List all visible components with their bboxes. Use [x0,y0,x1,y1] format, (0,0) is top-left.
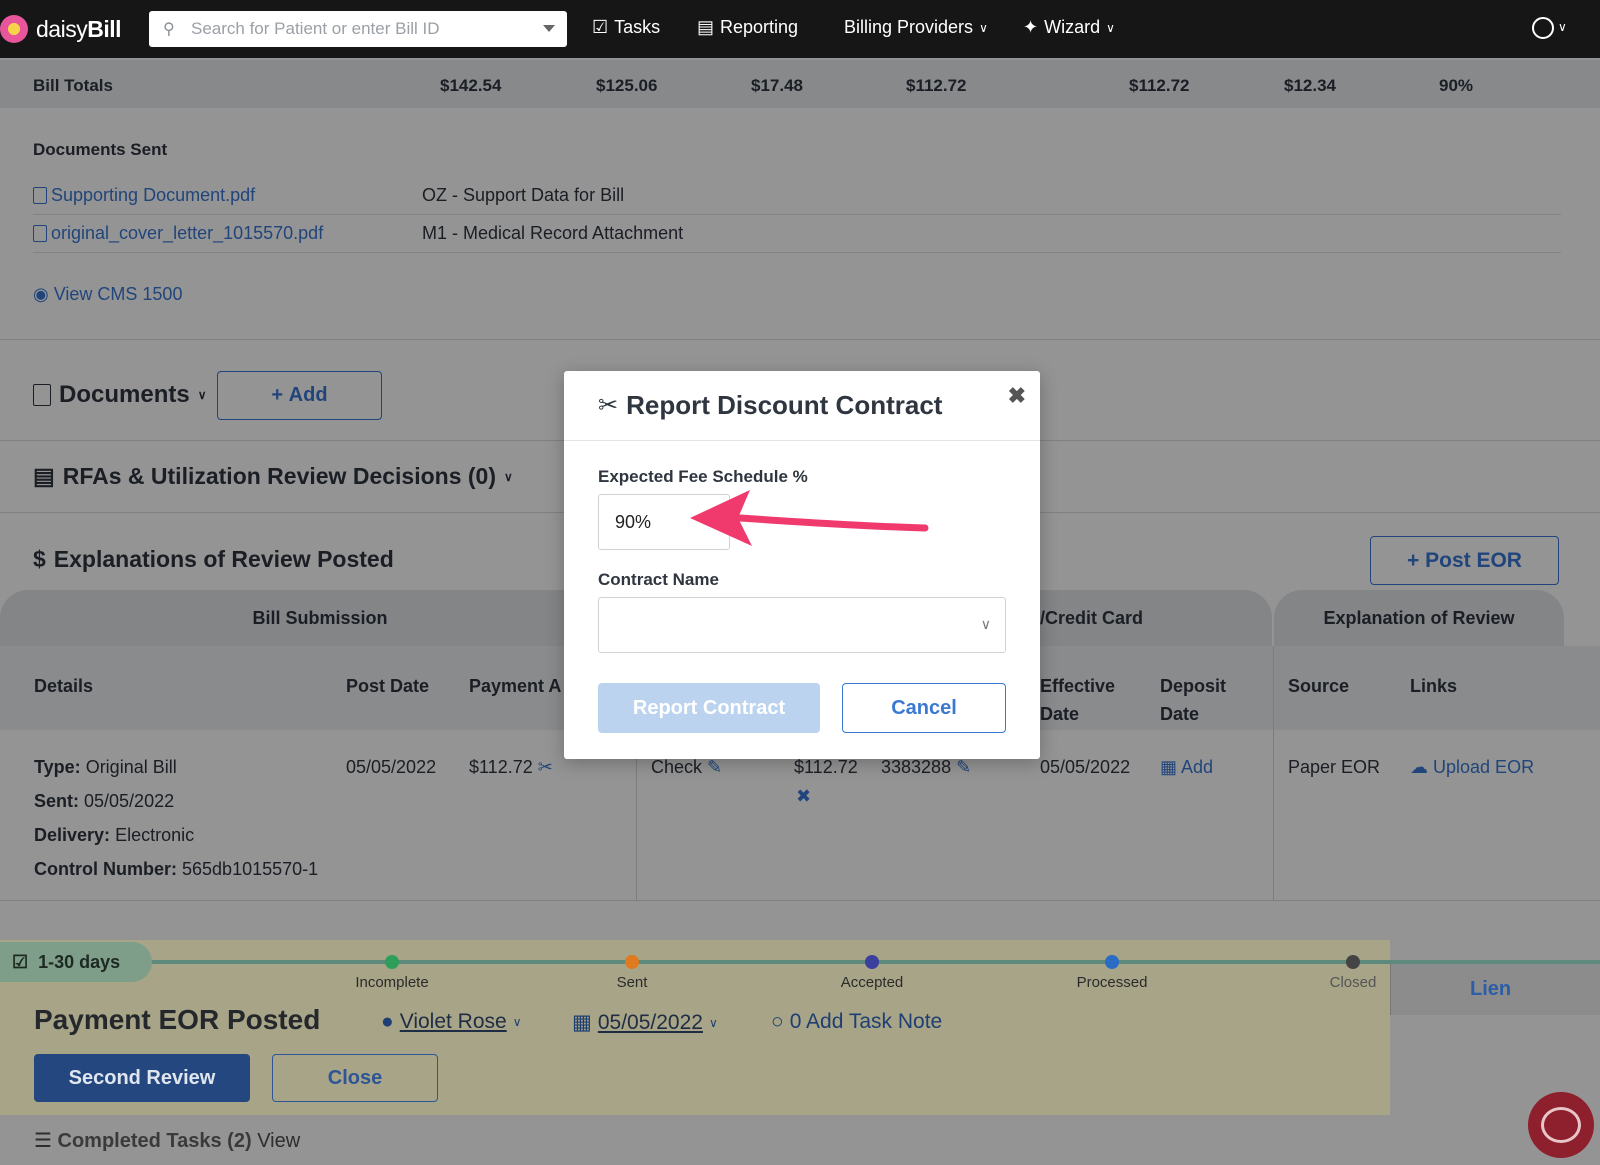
completed-tasks-toggle[interactable]: ☰ Completed Tasks (2) View [34,1128,300,1153]
due-date-dropdown[interactable]: ▦ 05/05/2022 ∨ [572,1010,718,1035]
clipboard-icon: ☑ [592,17,609,37]
search-input[interactable] [191,19,531,39]
chevron-down-icon: ∨ [1106,20,1115,35]
workflow-title: Payment EOR Posted [34,1004,321,1035]
search-icon: ⚲ [163,21,175,38]
nav-reporting[interactable]: ▤ Reporting [697,17,798,38]
nav-tasks-label: Tasks [614,17,661,37]
nav-billing-providers[interactable]: Billing Providers ∨ [844,17,988,38]
second-review-button[interactable]: Second Review [34,1054,250,1102]
days-badge: ☑ 1-30 days [0,942,152,982]
close-task-button[interactable]: Close [272,1054,438,1102]
report-discount-contract-modal: ✂ Report Discount Contract ✖ Expected Fe… [564,371,1040,759]
search-box[interactable]: ⚲ [149,11,567,47]
clipboard-check-icon: ☑ [12,951,29,972]
modal-header: ✂ Report Discount Contract [564,371,1040,441]
search-dropdown-caret-icon[interactable] [543,25,555,32]
stage-incomplete-icon [385,955,399,969]
completed-tasks-view[interactable]: View [257,1130,300,1152]
chevron-down-icon: ∨ [979,20,988,35]
chevron-down-icon: ∨ [980,616,991,632]
days-badge-label: 1-30 days [38,951,121,972]
user-icon: ● [381,1010,394,1033]
chat-bubble-icon [1541,1107,1581,1143]
lien-tab-label[interactable]: Lien [1470,978,1511,1001]
chevron-down-icon[interactable]: ∨ [1558,20,1567,34]
nav-wizard-label: Wizard [1044,17,1101,37]
stage-processed-icon [1105,955,1119,969]
stage-label: Closed [1329,974,1377,991]
stage-label: Processed [1076,974,1148,991]
modal-title: Report Discount Contract [626,390,943,420]
nav-tasks[interactable]: ☑ Tasks [592,17,660,38]
nav-wizard[interactable]: ✦ Wizard ∨ [1023,17,1115,38]
contract-name-select[interactable]: ∨ [598,597,1006,653]
chat-support-button[interactable] [1528,1092,1594,1158]
stage-closed-icon [1346,955,1360,969]
magic-wand-icon: ✦ [1023,17,1039,37]
stage-accepted-icon [865,955,879,969]
nav-reporting-label: Reporting [720,17,799,37]
add-task-note-label: 0 Add Task Note [789,1010,943,1033]
stage-sent-icon [625,955,639,969]
annotation-arrow [690,490,929,546]
bar-chart-icon: ▤ [697,17,715,37]
cancel-label: Cancel [891,696,957,719]
list-icon: ☰ [34,1130,58,1152]
logo-text-daisy: daisy [36,15,88,42]
report-contract-button[interactable]: Report Contract [598,683,820,733]
close-icon[interactable]: ✖ [1008,383,1026,409]
cancel-button[interactable]: Cancel [842,683,1006,733]
assignee-dropdown[interactable]: ● Violet Rose ∨ [381,1010,522,1034]
flower-icon [0,15,28,43]
completed-tasks-label: Completed Tasks (2) [57,1130,252,1152]
stage-label: Accepted [840,974,904,991]
chevron-down-icon: ∨ [708,1015,718,1030]
scissors-icon: ✂ [598,392,619,419]
report-contract-label: Report Contract [632,696,786,719]
user-account-icon[interactable] [1532,17,1554,39]
stage-label: Incomplete [355,974,429,991]
calendar-icon: ▦ [572,1011,592,1034]
logo-text-bill: Bill [87,15,121,42]
contract-name-label: Contract Name [598,570,719,589]
fee-schedule-label: Expected Fee Schedule % [598,467,808,486]
speech-bubble-icon: ○ [771,1010,784,1033]
add-task-note-link[interactable]: ○ 0 Add Task Note [771,1010,942,1034]
close-task-label: Close [327,1066,383,1089]
assignee-name: Violet Rose [399,1010,507,1033]
chevron-down-icon: ∨ [512,1015,522,1029]
nav-billing-providers-label: Billing Providers [844,17,974,37]
top-navbar: daisyBill ⚲ ☑ Tasks ▤ Reporting Billing … [0,0,1600,58]
stage-label: Sent [616,974,648,991]
second-review-label: Second Review [68,1066,216,1089]
daisybill-logo[interactable]: daisyBill [0,15,140,43]
due-date-value: 05/05/2022 [597,1010,703,1034]
